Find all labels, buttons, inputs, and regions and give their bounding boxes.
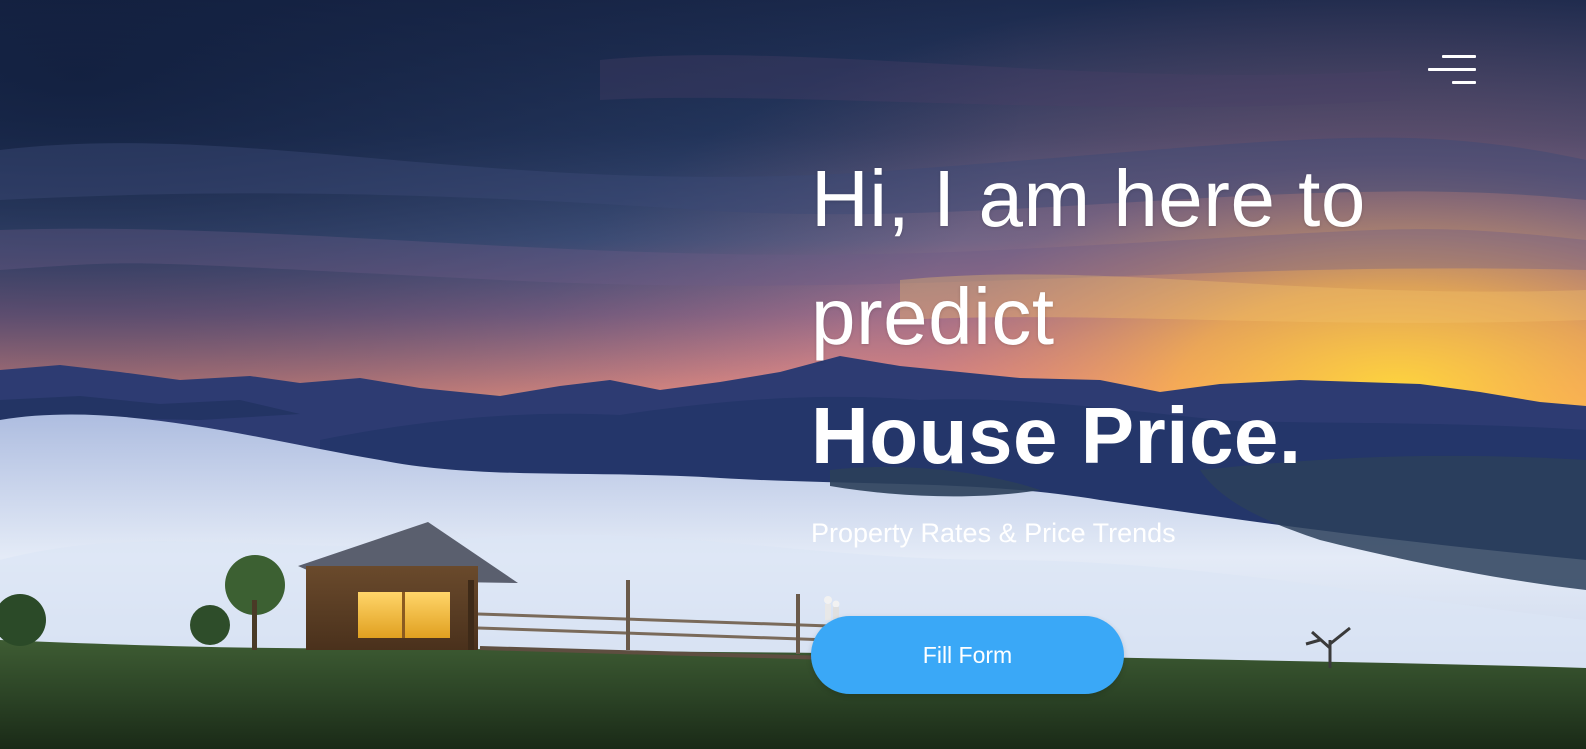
hero-headline-line-2: predict <box>811 272 1055 361</box>
hero-headline-emphasis: House Price. <box>811 391 1302 480</box>
menu-line-middle <box>1428 68 1476 71</box>
hero-section: Hi, I am here to predict House Price. Pr… <box>0 0 1586 749</box>
menu-line-top <box>1442 55 1476 58</box>
hero-headline-line-1: Hi, I am here to <box>811 154 1366 243</box>
menu-line-bottom <box>1452 81 1476 84</box>
hero-subtitle: Property Rates & Price Trends <box>811 518 1176 548</box>
hamburger-menu-icon[interactable] <box>1428 52 1478 88</box>
hero-text-block: Hi, I am here to predict House Price. Pr… <box>811 140 1551 550</box>
fill-form-button[interactable]: Fill Form <box>811 616 1124 694</box>
